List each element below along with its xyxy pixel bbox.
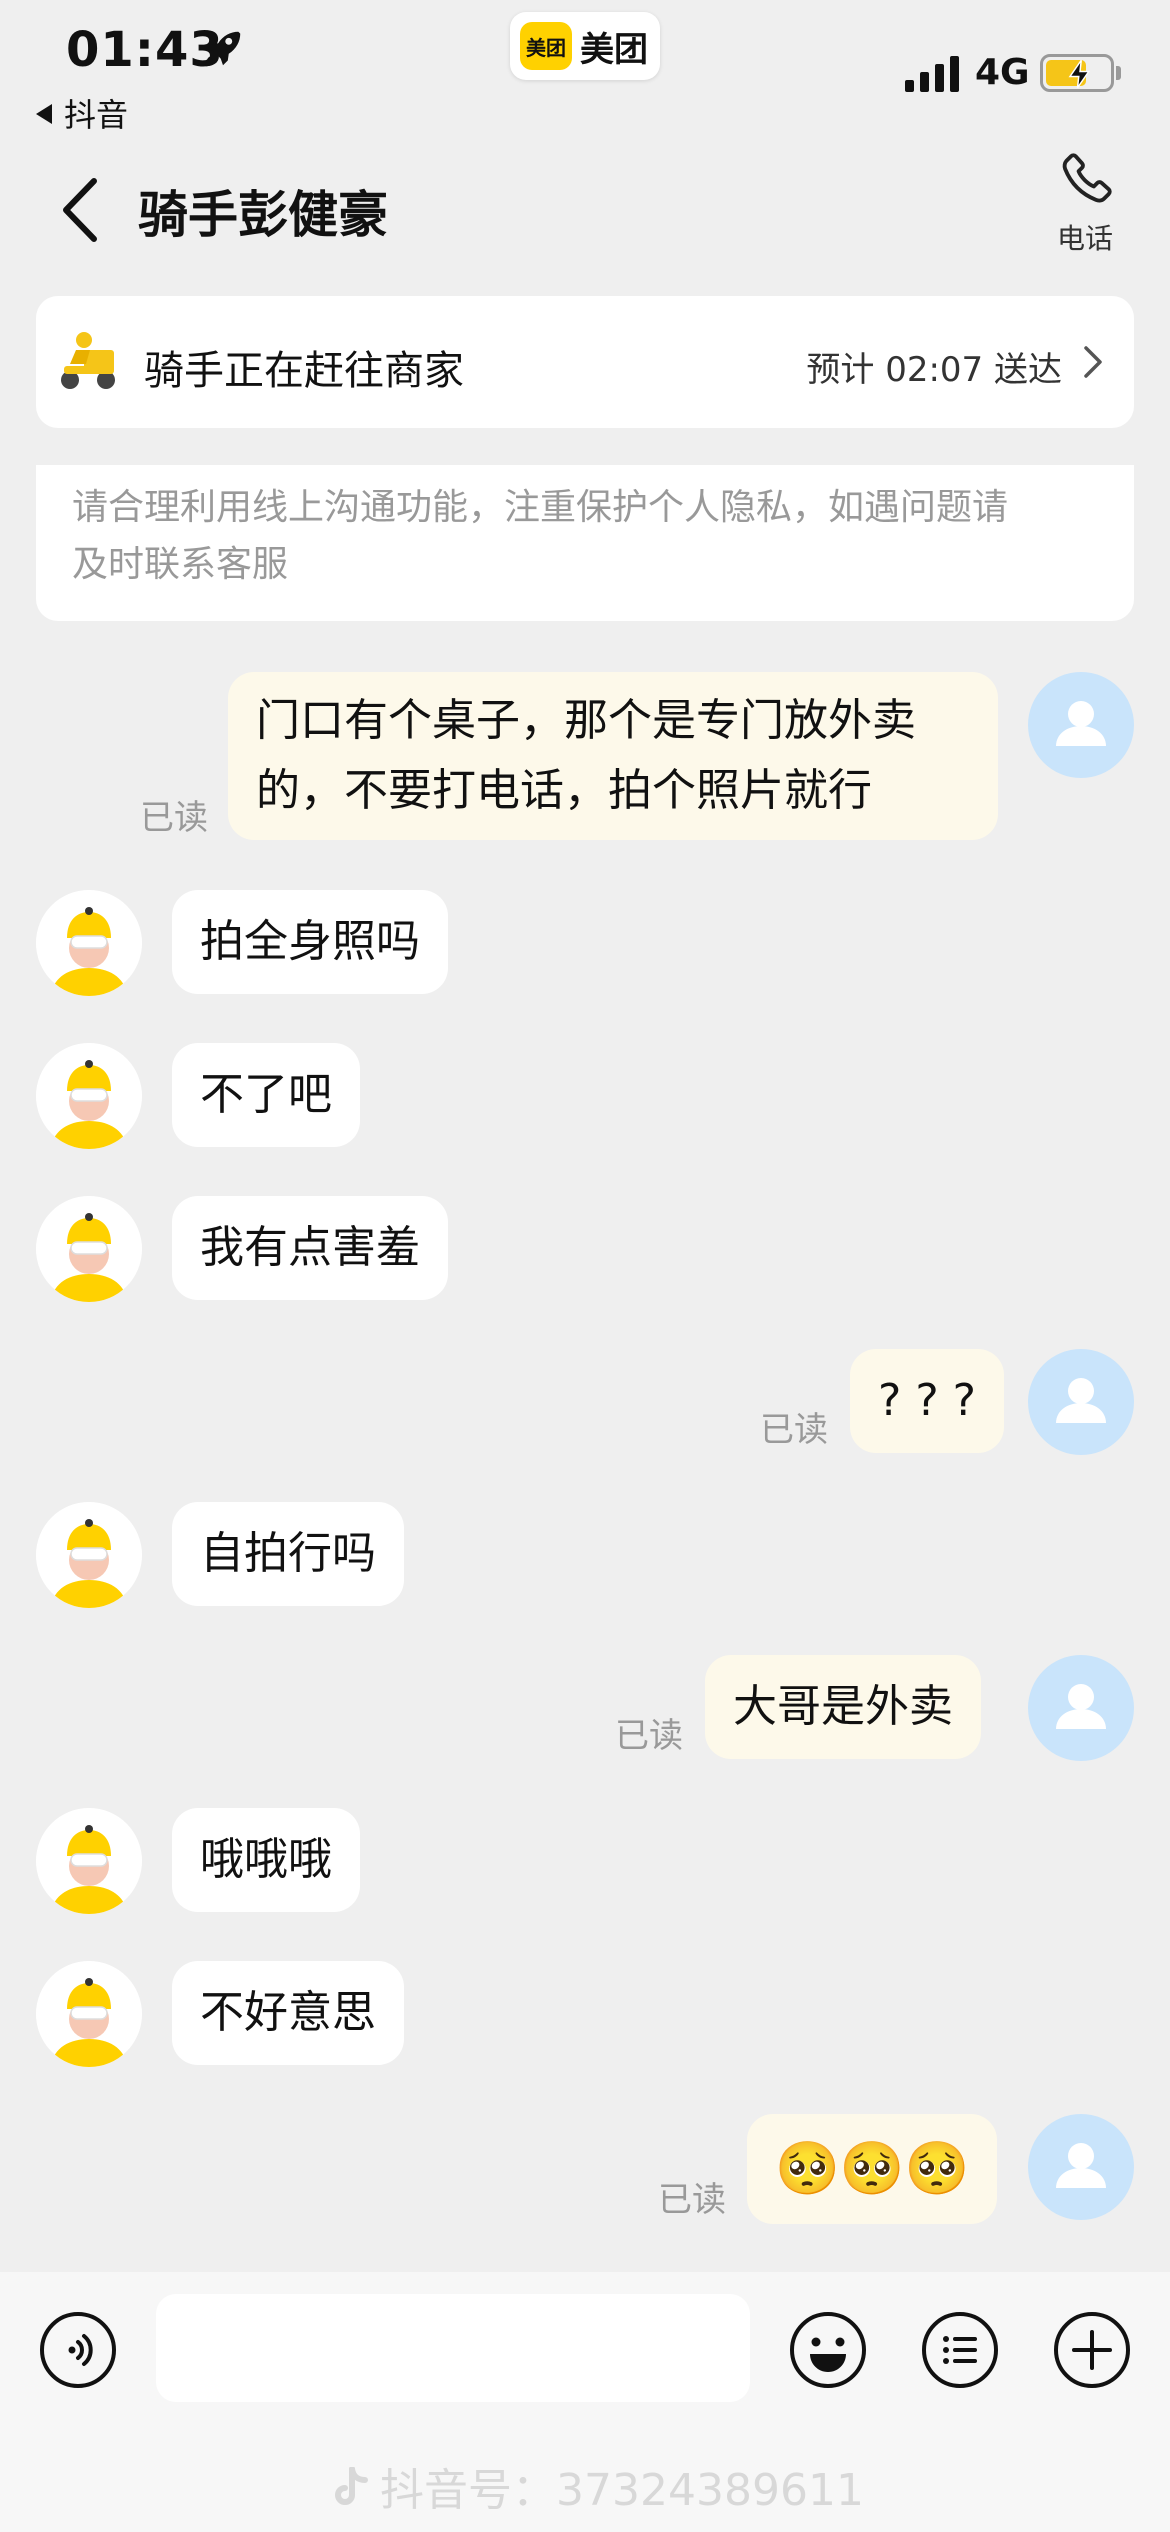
message-line: 门口有个桌子，那个是专门放外卖 bbox=[256, 695, 916, 746]
page-title: 骑手彭健豪 bbox=[138, 186, 388, 244]
rider-avatar[interactable] bbox=[36, 1961, 142, 2067]
message-bubble[interactable]: 拍全身照吗 bbox=[172, 890, 448, 994]
message-bubble[interactable]: 不了吧 bbox=[172, 1043, 360, 1147]
message-bubble[interactable]: ? ? ? bbox=[850, 1349, 1005, 1453]
status-bar: 01:43 抖音 美团 美团 4G bbox=[0, 0, 1170, 135]
delivery-scooter-icon bbox=[61, 332, 115, 389]
notice-line-1: 请合理利用线上沟通功能，注重保护个人隐私，如遇问题请 bbox=[72, 487, 1009, 528]
watermark: 抖音号：37324389611 bbox=[330, 2454, 864, 2518]
rider-avatar[interactable] bbox=[36, 890, 142, 996]
rider-avatar-icon bbox=[36, 1808, 142, 1914]
phone-icon bbox=[1062, 153, 1112, 203]
rider-avatar-icon bbox=[36, 1502, 142, 1608]
rocket-icon bbox=[205, 31, 241, 67]
chevron-right-icon bbox=[1084, 346, 1102, 378]
phone-label: 电话 bbox=[1056, 222, 1113, 255]
message-bubble[interactable]: 门口有个桌子，那个是专门放外卖 的，不要打电话，拍个照片就行 bbox=[228, 672, 998, 840]
read-receipt: 已读 bbox=[760, 1410, 828, 1450]
rider-avatar-icon bbox=[36, 1961, 142, 2067]
emoji-icon[interactable] bbox=[788, 2310, 868, 2390]
chat-header: 骑手彭健豪 电话 bbox=[0, 135, 1170, 275]
rider-avatar-icon bbox=[36, 1196, 142, 1302]
voice-icon[interactable] bbox=[38, 2310, 118, 2390]
message-bubble[interactable]: 我有点害羞 bbox=[172, 1196, 448, 1300]
app-badge-name: 美团 bbox=[580, 29, 648, 70]
watermark-text: 抖音号：37324389611 bbox=[380, 2465, 864, 2516]
message-line: 的，不要打电话，拍个照片就行 bbox=[256, 765, 872, 816]
user-icon bbox=[1056, 1684, 1106, 1729]
input-bar: 抖音号：37324389611 bbox=[0, 2272, 1170, 2532]
user-icon bbox=[1056, 701, 1106, 746]
user-icon bbox=[1056, 1378, 1106, 1423]
privacy-notice: 请合理利用线上沟通功能，注重保护个人隐私，如遇问题请 及时联系客服 bbox=[36, 465, 1134, 621]
message-input[interactable] bbox=[156, 2294, 750, 2402]
read-receipt: 已读 bbox=[658, 2180, 726, 2220]
message-bubble[interactable]: 哦哦哦 bbox=[172, 1808, 360, 1912]
my-avatar[interactable] bbox=[1028, 2114, 1134, 2220]
douyin-logo-icon bbox=[335, 2467, 368, 2505]
rider-avatar-icon bbox=[36, 1043, 142, 1149]
my-avatar[interactable] bbox=[1028, 1349, 1134, 1455]
battery-icon bbox=[1040, 54, 1114, 92]
read-receipt: 已读 bbox=[615, 1716, 683, 1756]
message-bubble[interactable]: 自拍行吗 bbox=[172, 1502, 404, 1606]
user-icon bbox=[1056, 2143, 1106, 2188]
rider-status-card[interactable]: 骑手正在赶往商家 预计 02:07 送达 bbox=[36, 296, 1134, 428]
emoji-message-bubble[interactable]: 🥺🥺🥺 bbox=[747, 2114, 998, 2224]
rider-avatar[interactable] bbox=[36, 1808, 142, 1914]
app-badge: 美团 美团 bbox=[510, 12, 660, 80]
battery-tip bbox=[1116, 66, 1121, 80]
back-app-label: 抖音 bbox=[64, 96, 129, 134]
signal-icon bbox=[905, 56, 959, 92]
notice-line-2: 及时联系客服 bbox=[72, 544, 289, 585]
read-receipt: 已读 bbox=[140, 798, 208, 838]
rider-avatar[interactable] bbox=[36, 1043, 142, 1149]
meituan-logo: 美团 bbox=[520, 22, 572, 70]
rider-avatar-icon bbox=[36, 890, 142, 996]
my-avatar[interactable] bbox=[1028, 1655, 1134, 1761]
charging-bolt-icon bbox=[1068, 59, 1091, 89]
message-bubble[interactable]: 大哥是外卖 bbox=[705, 1655, 981, 1759]
back-to-app-link[interactable]: 抖音 bbox=[36, 90, 128, 136]
back-arrow-icon[interactable] bbox=[56, 175, 106, 245]
add-icon[interactable] bbox=[1052, 2310, 1132, 2390]
rider-avatar[interactable] bbox=[36, 1502, 142, 1608]
my-avatar[interactable] bbox=[1028, 672, 1134, 778]
message-bubble[interactable]: 不好意思 bbox=[172, 1961, 404, 2065]
back-triangle-icon bbox=[36, 104, 52, 124]
quick-phrases-icon[interactable] bbox=[920, 2310, 1000, 2390]
eta-text: 预计 02:07 送达 bbox=[806, 350, 1062, 390]
rider-avatar[interactable] bbox=[36, 1196, 142, 1302]
phone-button[interactable]: 电话 bbox=[1040, 149, 1130, 257]
rider-status-text: 骑手正在赶往商家 bbox=[144, 348, 464, 394]
network-type: 4G bbox=[975, 52, 1030, 93]
